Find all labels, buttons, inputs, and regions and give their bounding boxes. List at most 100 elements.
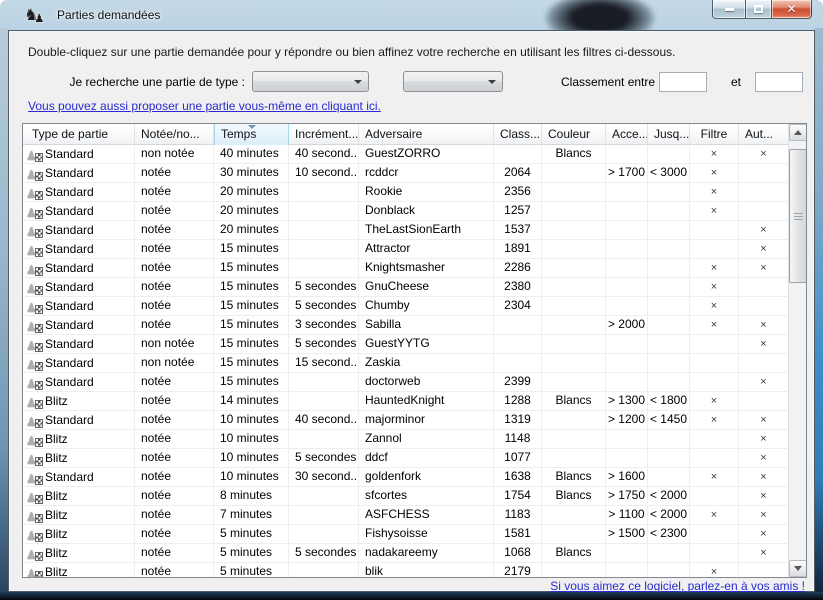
seek-row[interactable]: ♟Blitznotée7 minutesASFCHESS1183> 1100< … <box>23 506 806 525</box>
cell: notée <box>135 278 214 297</box>
chess-pawn-board-icon: ♟ <box>26 528 43 542</box>
column-header[interactable]: Temps <box>214 124 289 145</box>
seek-row[interactable]: ♟Blitznotée8 minutessfcortes1754Blancs> … <box>23 487 806 506</box>
cell: > 1700 <box>606 164 648 183</box>
chess-pawn-board-icon: ♟ <box>26 319 43 333</box>
cell: ♟Blitz <box>23 430 135 449</box>
seek-row[interactable]: ♟Standardnotée15 minutesKnightsmasher228… <box>23 259 806 278</box>
maximize-icon <box>754 5 763 13</box>
seek-row[interactable]: ♟Standardnon notée15 minutes5 secondesGu… <box>23 335 806 354</box>
seek-row[interactable]: ♟Standardnotée15 minutes5 secondesChumby… <box>23 297 806 316</box>
seek-row[interactable]: ♟Standardnotée15 minutes3 secondesSabill… <box>23 316 806 335</box>
cell: notée <box>135 259 214 278</box>
cell <box>739 392 788 411</box>
column-header[interactable]: Acce... <box>606 124 648 145</box>
seek-row[interactable]: ♟Standardnotée15 minutesAttractor1891× <box>23 240 806 259</box>
seek-row[interactable]: ♟Blitznotée5 minutesFishysoisse1581> 150… <box>23 525 806 544</box>
cell: × <box>690 563 739 577</box>
chess-pawn-board-icon: ♟ <box>26 414 43 428</box>
chevron-down-icon <box>488 80 496 84</box>
cell: ♟Standard <box>23 202 135 221</box>
app-icon: ♞♟ <box>24 5 40 25</box>
cell: sfcortes <box>359 487 494 506</box>
seek-row[interactable]: ♟Standardnotée30 minutes10 second...rcdd… <box>23 164 806 183</box>
seek-row[interactable]: ♟Blitznotée5 minutesblik2179× <box>23 563 806 577</box>
cell: 15 minutes <box>214 373 289 392</box>
dialog-content: Double-cliquez sur une partie demandée p… <box>8 30 815 592</box>
cell: ♟Blitz <box>23 506 135 525</box>
cell <box>648 240 690 259</box>
cell: × <box>690 164 739 183</box>
cell: Zaskia <box>359 354 494 373</box>
cell <box>606 240 648 259</box>
seek-row[interactable]: ♟Blitznotée10 minutes5 secondesddcf1077× <box>23 449 806 468</box>
cell: 1537 <box>494 221 542 240</box>
column-header[interactable]: Notée/no... <box>135 124 214 145</box>
seek-table: Type de partieNotée/no...TempsIncrément.… <box>22 123 807 578</box>
cell <box>606 354 648 373</box>
cell <box>542 297 606 316</box>
seek-row[interactable]: ♟Blitznotée10 minutesZannol1148× <box>23 430 806 449</box>
scrollbar-thumb[interactable] <box>789 149 807 283</box>
column-header[interactable]: Filtre <box>690 124 739 145</box>
chess-pawn-board-icon: ♟ <box>26 281 43 295</box>
cell <box>289 202 359 221</box>
column-header[interactable]: Adversaire <box>359 124 494 145</box>
column-header[interactable]: Aut... <box>739 124 788 145</box>
cell <box>648 544 690 563</box>
cell: 1148 <box>494 430 542 449</box>
cell: non notée <box>135 145 214 164</box>
seek-row[interactable]: ♟Standardnotée20 minutesDonblack1257× <box>23 202 806 221</box>
game-type-select[interactable] <box>252 71 369 92</box>
maximize-button[interactable] <box>745 0 772 19</box>
chess-pawn-board-icon: ♟ <box>26 300 43 314</box>
share-link[interactable]: Si vous aimez ce logiciel, parlez-en à v… <box>550 579 805 593</box>
column-header[interactable]: Incrément... <box>289 124 359 145</box>
seek-row[interactable]: ♟Standardnotée15 minutes5 secondesGnuChe… <box>23 278 806 297</box>
seek-row[interactable]: ♟Standardnotée10 minutes30 second...gold… <box>23 468 806 487</box>
seek-row[interactable]: ♟Blitznotée5 minutes5 secondesnadakareem… <box>23 544 806 563</box>
chess-pawn-board-icon: ♟ <box>26 205 43 219</box>
cell <box>289 259 359 278</box>
cell <box>606 430 648 449</box>
seek-row[interactable]: ♟Standardnotée10 minutes40 second...majo… <box>23 411 806 430</box>
cell <box>690 449 739 468</box>
column-header[interactable]: Jusq... <box>648 124 690 145</box>
seek-row[interactable]: ♟Standardnotée20 minutesRookie2356× <box>23 183 806 202</box>
rating-max-input[interactable] <box>755 72 803 92</box>
column-header[interactable]: Couleur <box>542 124 606 145</box>
cell: 1754 <box>494 487 542 506</box>
seek-row[interactable]: ♟Standardnotée15 minutesdoctorweb2399× <box>23 373 806 392</box>
cell: < 2300 <box>648 525 690 544</box>
vertical-scrollbar[interactable] <box>788 124 806 577</box>
seek-row[interactable]: ♟Standardnon notée40 minutes40 second...… <box>23 145 806 164</box>
cell: Knightsmasher <box>359 259 494 278</box>
minimize-button[interactable] <box>712 0 745 19</box>
propose-game-link[interactable]: Vous pouvez aussi proposer une partie vo… <box>28 99 381 113</box>
scroll-down-button[interactable] <box>789 560 807 577</box>
scroll-up-button[interactable] <box>789 124 807 141</box>
titlebar[interactable]: ♞♟ Parties demandées ✕ <box>0 0 823 30</box>
cell <box>542 563 606 577</box>
cell: 2064 <box>494 164 542 183</box>
seek-row[interactable]: ♟Standardnon notée15 minutes15 second...… <box>23 354 806 373</box>
game-subtype-select[interactable] <box>403 71 503 92</box>
cell: notée <box>135 525 214 544</box>
column-header[interactable]: Type de partie <box>23 124 135 145</box>
close-button[interactable]: ✕ <box>772 0 812 19</box>
cell <box>606 221 648 240</box>
seek-row[interactable]: ♟Standardnotée20 minutesTheLastSionEarth… <box>23 221 806 240</box>
cell: 3 secondes <box>289 316 359 335</box>
seek-row[interactable]: ♟Blitznotée14 minutesHauntedKnight1288Bl… <box>23 392 806 411</box>
cell <box>739 354 788 373</box>
cell: nadakareemy <box>359 544 494 563</box>
cell: notée <box>135 164 214 183</box>
cell: 15 minutes <box>214 316 289 335</box>
cell: × <box>690 506 739 525</box>
cell: 10 second... <box>289 164 359 183</box>
column-header[interactable]: Class... <box>494 124 542 145</box>
cell: ASFCHESS <box>359 506 494 525</box>
chess-pawn-board-icon: ♟ <box>26 471 43 485</box>
rating-min-input[interactable] <box>659 72 707 92</box>
cell <box>648 373 690 392</box>
